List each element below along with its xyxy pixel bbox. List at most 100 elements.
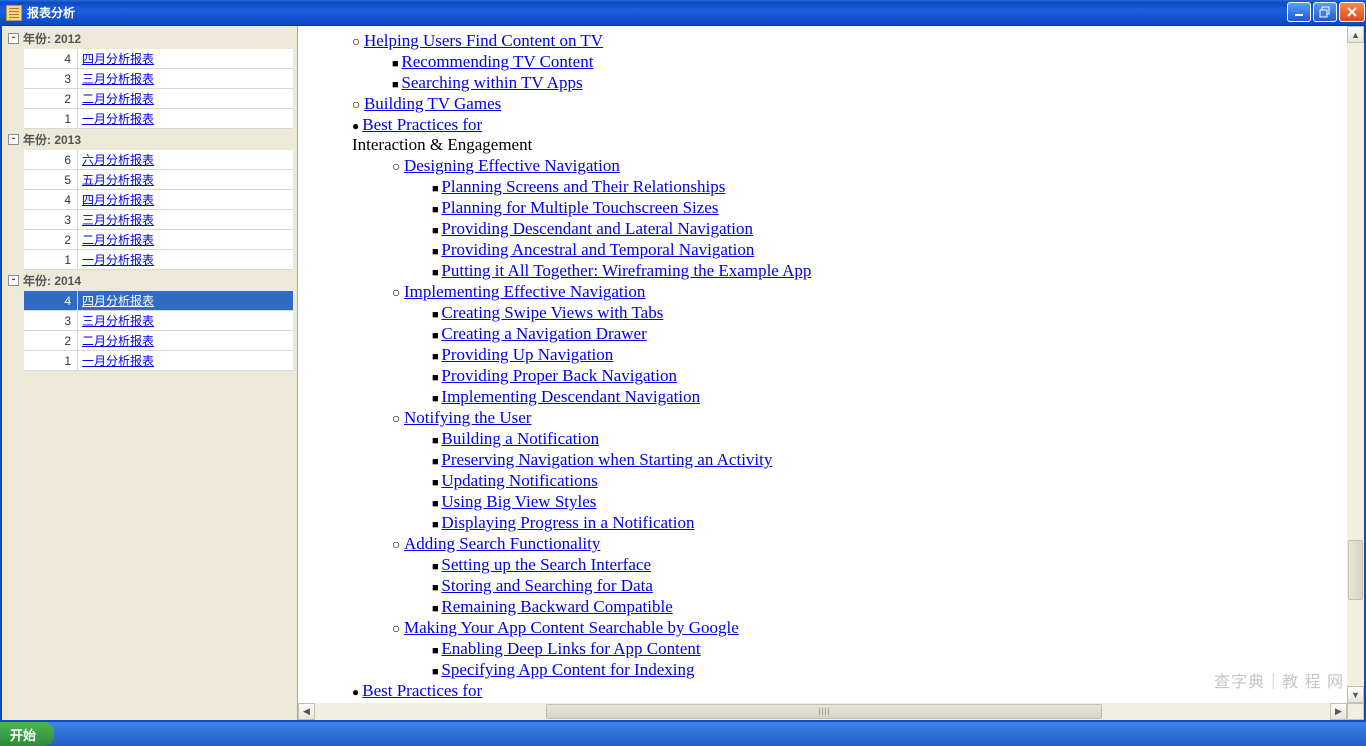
report-index: 2 xyxy=(24,331,78,350)
list: Recommending TV Content Searching within … xyxy=(352,52,1350,93)
report-link[interactable]: 三月分析报表 xyxy=(78,210,293,229)
doc-link[interactable]: Creating Swipe Views with Tabs xyxy=(441,303,663,322)
scroll-up-arrow[interactable]: ▲ xyxy=(1347,26,1364,43)
doc-link[interactable]: Planning for Multiple Touchscreen Sizes xyxy=(441,198,718,217)
year-label: 年份: 2012 xyxy=(23,30,81,47)
report-index: 1 xyxy=(24,351,78,370)
year-header[interactable]: -年份: 2012 xyxy=(2,28,297,49)
report-row[interactable]: 1一月分析报表 xyxy=(24,351,293,371)
taskbar: 开始 xyxy=(0,722,1366,746)
doc-link[interactable]: Setting up the Search Interface xyxy=(441,555,651,574)
doc-link[interactable]: Recommending TV Content xyxy=(401,52,593,71)
app-icon xyxy=(6,5,22,21)
report-row[interactable]: 1一月分析报表 xyxy=(24,109,293,129)
doc-link[interactable]: Making Your App Content Searchable by Go… xyxy=(404,618,739,637)
doc-link[interactable]: Specifying App Content for Indexing xyxy=(441,660,694,679)
doc-link[interactable]: Providing Proper Back Navigation xyxy=(441,366,677,385)
close-button[interactable] xyxy=(1339,2,1365,22)
report-row[interactable]: 3三月分析报表 xyxy=(24,69,293,89)
report-row[interactable]: 3三月分析报表 xyxy=(24,311,293,331)
scroll-track[interactable] xyxy=(1347,600,1364,687)
report-link[interactable]: 一月分析报表 xyxy=(78,351,293,370)
scroll-thumb[interactable] xyxy=(546,704,1102,719)
list-item: Providing Up Navigation xyxy=(432,345,1350,365)
list-item: Updating Notifications xyxy=(432,471,1350,491)
report-row[interactable]: 1一月分析报表 xyxy=(24,250,293,270)
doc-link[interactable]: Storing and Searching for Data xyxy=(441,576,653,595)
year-header[interactable]: -年份: 2013 xyxy=(2,129,297,150)
report-row[interactable]: 2二月分析报表 xyxy=(24,89,293,109)
list-item: Notifying the User Building a Notificatio… xyxy=(392,408,1350,533)
report-link[interactable]: 四月分析报表 xyxy=(78,190,293,209)
doc-link[interactable]: Creating a Navigation Drawer xyxy=(441,324,646,343)
year-header[interactable]: -年份: 2014 xyxy=(2,270,297,291)
list-item: Adding Search Functionality Setting up th… xyxy=(392,534,1350,617)
doc-link[interactable]: Remaining Backward Compatible xyxy=(441,597,672,616)
scroll-right-arrow[interactable]: ▶ xyxy=(1330,703,1347,720)
list-item: Planning Screens and Their Relationships xyxy=(432,177,1350,197)
scroll-thumb[interactable] xyxy=(1348,540,1363,600)
list-item: Specifying App Content for Indexing xyxy=(432,660,1350,680)
report-link[interactable]: 二月分析报表 xyxy=(78,89,293,108)
report-link[interactable]: 二月分析报表 xyxy=(78,331,293,350)
doc-link[interactable]: Building TV Games xyxy=(364,94,501,113)
doc-link[interactable]: Putting it All Together: Wireframing the… xyxy=(441,261,811,280)
report-link[interactable]: 四月分析报表 xyxy=(78,49,293,68)
scroll-track[interactable] xyxy=(1347,43,1364,130)
window-buttons xyxy=(1286,0,1366,25)
report-row[interactable]: 4四月分析报表 xyxy=(24,49,293,69)
list: Helping Users Find Content on TV Recommen… xyxy=(312,31,1350,114)
report-index: 6 xyxy=(24,150,78,169)
collapse-icon[interactable]: - xyxy=(8,275,19,286)
report-index: 1 xyxy=(24,250,78,269)
collapse-icon[interactable]: - xyxy=(8,33,19,44)
doc-link[interactable]: Updating Notifications xyxy=(441,471,597,490)
report-index: 3 xyxy=(24,69,78,88)
doc-link[interactable]: Enabling Deep Links for App Content xyxy=(441,639,700,658)
doc-link[interactable]: Providing Descendant and Lateral Navigat… xyxy=(441,219,753,238)
report-link[interactable]: 一月分析报表 xyxy=(78,109,293,128)
doc-link[interactable]: Searching within TV Apps xyxy=(401,73,582,92)
doc-link[interactable]: Providing Up Navigation xyxy=(441,345,613,364)
report-row[interactable]: 4四月分析报表 xyxy=(24,291,293,311)
doc-link[interactable]: Best Practices for xyxy=(362,115,482,134)
minimize-button[interactable] xyxy=(1287,2,1311,22)
report-link[interactable]: 三月分析报表 xyxy=(78,311,293,330)
list: Enabling Deep Links for App Content Speci… xyxy=(392,639,1350,680)
report-link[interactable]: 二月分析报表 xyxy=(78,230,293,249)
report-index: 1 xyxy=(24,109,78,128)
restore-button[interactable] xyxy=(1313,2,1337,22)
doc-link[interactable]: Adding Search Functionality xyxy=(404,534,600,553)
report-row[interactable]: 2二月分析报表 xyxy=(24,331,293,351)
report-link[interactable]: 一月分析报表 xyxy=(78,250,293,269)
doc-link[interactable]: Implementing Descendant Navigation xyxy=(441,387,700,406)
scroll-down-arrow[interactable]: ▼ xyxy=(1347,686,1364,703)
report-row[interactable]: 5五月分析报表 xyxy=(24,170,293,190)
doc-link[interactable]: Planning Screens and Their Relationships xyxy=(441,177,725,196)
report-row[interactable]: 3三月分析报表 xyxy=(24,210,293,230)
report-link[interactable]: 五月分析报表 xyxy=(78,170,293,189)
report-row[interactable]: 6六月分析报表 xyxy=(24,150,293,170)
scroll-left-arrow[interactable]: ◀ xyxy=(298,703,315,720)
doc-link[interactable]: Best Practices for xyxy=(362,681,482,700)
doc-link[interactable]: Building a Notification xyxy=(441,429,599,448)
doc-link[interactable]: Preserving Navigation when Starting an A… xyxy=(441,450,772,469)
doc-link[interactable]: Implementing Effective Navigation xyxy=(404,282,645,301)
collapse-icon[interactable]: - xyxy=(8,134,19,145)
doc-link[interactable]: Helping Users Find Content on TV xyxy=(364,31,603,50)
doc-link[interactable]: Using Big View Styles xyxy=(441,492,596,511)
report-link[interactable]: 四月分析报表 xyxy=(78,291,293,310)
doc-link[interactable]: Designing Effective Navigation xyxy=(404,156,620,175)
report-row[interactable]: 2二月分析报表 xyxy=(24,230,293,250)
report-row[interactable]: 4四月分析报表 xyxy=(24,190,293,210)
doc-link[interactable]: Notifying the User xyxy=(404,408,531,427)
list-item: Implementing Effective Navigation Creatin… xyxy=(392,282,1350,407)
doc-link[interactable]: Providing Ancestral and Temporal Navigat… xyxy=(441,240,754,259)
report-link[interactable]: 六月分析报表 xyxy=(78,150,293,169)
report-index: 3 xyxy=(24,210,78,229)
doc-link[interactable]: Displaying Progress in a Notification xyxy=(441,513,694,532)
vertical-scrollbar[interactable]: ▲ ▼ xyxy=(1347,26,1364,703)
start-button[interactable]: 开始 xyxy=(0,722,54,746)
horizontal-scrollbar[interactable]: ◀ ▶ xyxy=(298,703,1347,720)
report-link[interactable]: 三月分析报表 xyxy=(78,69,293,88)
